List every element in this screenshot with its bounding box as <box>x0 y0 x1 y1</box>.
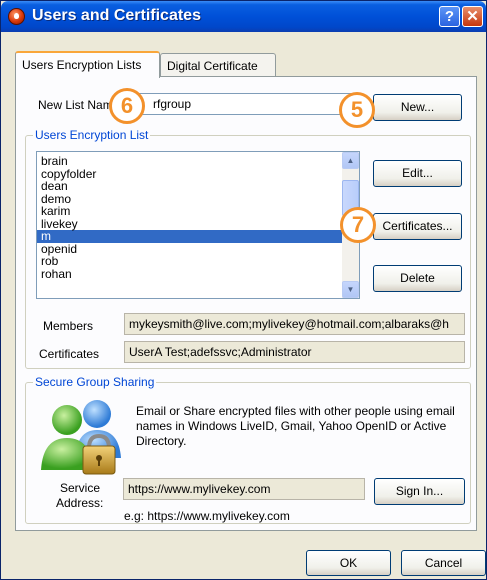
title-bar[interactable]: Users and Certificates ? ✕ <box>1 1 486 32</box>
list-name-input[interactable]: rfgroup <box>134 93 362 115</box>
list-item[interactable]: livekey <box>37 217 359 231</box>
service-address-field: https://www.mylivekey.com <box>123 478 365 500</box>
list-item[interactable]: rohan <box>37 267 359 281</box>
list-name-label: New List Name <box>38 98 120 112</box>
members-field: mykeysmith@live.com;mylivekey@hotmail.co… <box>124 313 465 335</box>
list-item[interactable]: copyfolder <box>37 167 359 181</box>
certificates-label: Certificates <box>39 347 100 361</box>
secure-group-sharing-legend: Secure Group Sharing <box>33 375 157 389</box>
tab-users-encryption-lists[interactable]: Users Encryption Lists <box>15 51 160 78</box>
users-listbox[interactable]: brain copyfolder dean demo karim livekey m open… <box>36 151 360 299</box>
ok-button[interactable]: OK <box>306 550 391 576</box>
list-item[interactable]: dean <box>37 180 359 193</box>
close-button[interactable]: ✕ <box>462 6 483 27</box>
delete-button[interactable]: Delete <box>373 265 462 292</box>
service-label-line2: Address: <box>56 496 104 510</box>
service-example: e.g: https://www.mylivekey.com <box>124 509 290 523</box>
list-item[interactable]: openid <box>37 242 359 256</box>
certificates-field: UserA Test;adefssvc;Administrator <box>124 341 465 363</box>
window-title: Users and Certificates <box>32 7 201 24</box>
cancel-button[interactable]: Cancel <box>401 550 486 576</box>
tab-digital-certificate[interactable]: Digital Certificate <box>160 53 276 77</box>
list-item[interactable]: demo <box>37 192 359 206</box>
users-lock-icon <box>41 400 121 475</box>
callout-marker-7: 7 <box>340 207 376 243</box>
service-label-line1: Service <box>60 481 101 495</box>
scroll-up-arrow-icon[interactable]: ▲ <box>342 152 359 169</box>
users-list-items: brain copyfolder dean demo karim livekey m open… <box>37 152 359 280</box>
edit-button[interactable]: Edit... <box>373 160 462 187</box>
list-item[interactable]: m <box>37 230 359 243</box>
app-icon <box>8 8 25 25</box>
users-encryption-list-legend: Users Encryption List <box>33 128 151 142</box>
list-item[interactable]: karim <box>37 205 359 218</box>
help-button[interactable]: ? <box>439 6 460 27</box>
list-item[interactable]: rob <box>37 255 359 268</box>
callout-marker-6: 6 <box>109 88 145 124</box>
certificates-button[interactable]: Certificates... <box>373 213 462 240</box>
new-button[interactable]: New... <box>373 94 462 121</box>
users-certificates-dialog: Users and Certificates ? ✕ Users Encrypt… <box>0 0 487 580</box>
sharing-description: Email or Share encrypted files with othe… <box>136 404 455 448</box>
members-label: Members <box>43 319 94 333</box>
callout-marker-5: 5 <box>339 92 375 128</box>
list-item[interactable]: brain <box>37 155 359 168</box>
sign-in-button[interactable]: Sign In... <box>374 478 465 505</box>
scroll-down-arrow-icon[interactable]: ▼ <box>342 281 359 298</box>
